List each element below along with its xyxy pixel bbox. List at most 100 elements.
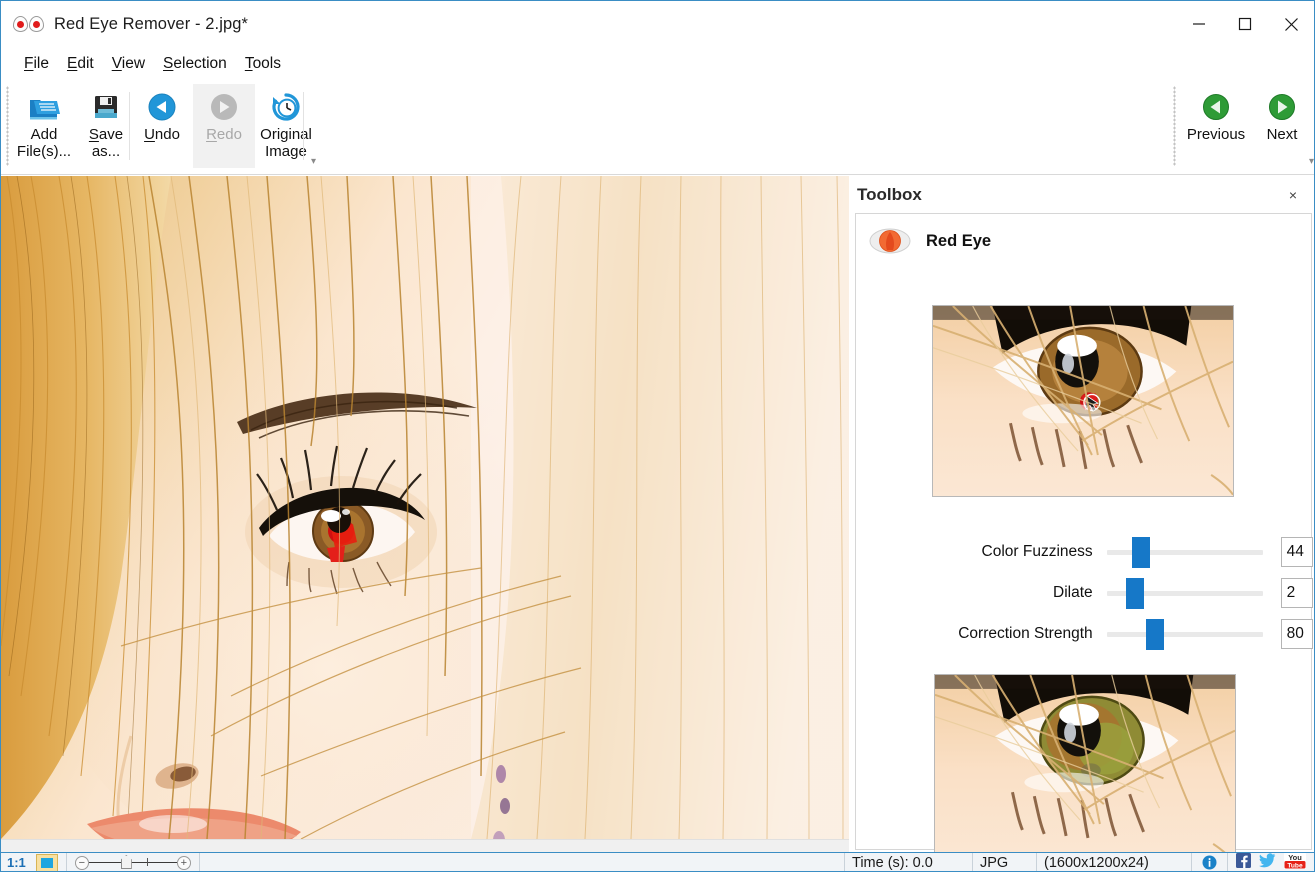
image-dimensions-label: (1600x1200x24)	[1037, 853, 1192, 872]
facebook-button[interactable]	[1236, 853, 1251, 872]
toolbox-panel: Toolbox × Red Eye	[853, 177, 1314, 852]
green-left-arrow-icon	[1202, 90, 1230, 124]
menu-edit[interactable]: Edit	[58, 53, 103, 75]
dilate-slider[interactable]	[1107, 591, 1263, 596]
original-image-line1: Original	[260, 126, 312, 143]
toolbox-close-icon[interactable]: ×	[1284, 186, 1302, 204]
status-spacer	[200, 853, 845, 872]
preview-before[interactable]	[932, 305, 1234, 497]
green-right-arrow-icon	[1268, 90, 1296, 124]
close-button[interactable]	[1268, 1, 1314, 47]
save-as-button[interactable]: Save as...	[75, 84, 137, 168]
preview-after-image	[935, 675, 1235, 866]
slider-row-correction-strength: Correction Strength 80	[856, 614, 1313, 654]
color-fuzziness-value[interactable]: 44	[1281, 537, 1313, 567]
clock-revert-icon	[271, 90, 301, 124]
window-title: Red Eye Remover - 2.jpg*	[54, 15, 248, 34]
red-eye-right-icon	[29, 16, 44, 32]
info-icon	[1202, 855, 1217, 870]
twitter-button[interactable]	[1259, 853, 1276, 872]
correction-strength-value[interactable]: 80	[1281, 619, 1313, 649]
color-fuzziness-label: Color Fuzziness	[856, 543, 1107, 561]
toolbar-grip-nav[interactable]	[1173, 86, 1176, 166]
window-controls	[1176, 1, 1314, 47]
red-eye-icon	[868, 226, 912, 256]
color-fuzziness-thumb[interactable]	[1132, 537, 1150, 568]
image-canvas[interactable]	[1, 176, 849, 839]
toolbar-group-nav: Previous Next ▾	[1181, 84, 1313, 168]
red-eye-tool-label: Red Eye	[926, 232, 991, 251]
maximize-button[interactable]	[1222, 1, 1268, 47]
previous-label: Previous	[1181, 126, 1251, 143]
youtube-button[interactable]: You Tube	[1284, 853, 1306, 872]
toolbar-overflow-icon[interactable]: ▾	[311, 156, 316, 167]
zoom-ratio-label[interactable]: 1:1	[1, 853, 32, 872]
menu-file-rest: ile	[33, 55, 49, 72]
next-button[interactable]: Next	[1251, 84, 1313, 168]
correction-strength-label: Correction Strength	[856, 625, 1107, 643]
toolbar-overflow-nav-icon[interactable]: ▾	[1309, 156, 1314, 167]
undo-arrow-icon	[147, 90, 177, 124]
menu-edit-rest: dit	[77, 55, 93, 72]
redo-arrow-icon	[209, 90, 239, 124]
color-fuzziness-slider[interactable]	[1107, 550, 1263, 555]
correction-strength-slider[interactable]	[1107, 632, 1263, 637]
app-icon	[13, 14, 45, 34]
save-as-line1-rest: ave	[99, 126, 123, 143]
zoom-handle[interactable]	[121, 855, 132, 869]
add-files-line1: Add	[31, 126, 58, 143]
redo-label: Redo	[193, 126, 255, 143]
slider-group: Color Fuzziness 44 Dilate 2 Correction S…	[856, 532, 1313, 655]
menu-tools-rest: ools	[253, 55, 281, 72]
info-button[interactable]	[1192, 853, 1228, 872]
toolbar-separator-1	[129, 92, 130, 160]
next-label: Next	[1251, 126, 1313, 143]
zoom-track[interactable]	[89, 862, 177, 863]
zoom-center-tick	[147, 858, 148, 866]
dilate-label: Dilate	[856, 584, 1107, 602]
file-format-label: JPG	[973, 853, 1037, 872]
undo-label: Undo	[131, 126, 193, 143]
image-horizontal-scrollbar[interactable]	[1, 839, 849, 852]
dilate-thumb[interactable]	[1126, 578, 1144, 609]
dilate-value[interactable]: 2	[1281, 578, 1313, 608]
social-links: You Tube	[1228, 853, 1314, 872]
menu-view[interactable]: View	[103, 53, 154, 75]
toolbar-group-history: Undo Redo	[131, 84, 317, 168]
previous-button[interactable]: Previous	[1181, 84, 1251, 168]
original-image-line2: Image	[265, 143, 307, 160]
toolbox-content: Red Eye	[855, 213, 1312, 850]
svg-text:You: You	[1288, 853, 1302, 862]
preview-before-image	[933, 306, 1233, 497]
toolbox-title: Toolbox	[857, 185, 922, 205]
preview-after[interactable]	[934, 674, 1236, 866]
add-files-button[interactable]: Add File(s)...	[13, 84, 75, 168]
status-bar: 1:1 − + Time (s): 0.0 JPG (1600x1200x24)	[1, 852, 1314, 872]
portrait-photo	[1, 176, 849, 839]
youtube-icon: You Tube	[1284, 853, 1306, 869]
processing-time-label: Time (s): 0.0	[845, 853, 973, 872]
fit-to-window-icon	[36, 854, 58, 872]
zoom-out-button[interactable]: −	[75, 856, 89, 870]
menu-tools[interactable]: Tools	[236, 53, 290, 75]
original-image-button[interactable]: Original Image	[255, 84, 317, 168]
redo-button[interactable]: Redo	[193, 84, 255, 168]
toolbar-grip[interactable]	[6, 86, 9, 166]
correction-strength-thumb[interactable]	[1146, 619, 1164, 650]
toolbar-group-file: Add File(s)... Save as...	[13, 84, 137, 168]
title-bar: Red Eye Remover - 2.jpg*	[1, 1, 1314, 47]
add-files-label: Add File(s)...	[13, 126, 75, 160]
menu-bar: File Edit View Selection Tools	[1, 47, 1314, 80]
toolbar: Add File(s)... Save as...	[1, 80, 1314, 175]
menu-selection[interactable]: Selection	[154, 53, 236, 75]
svg-text:Tube: Tube	[1287, 862, 1303, 869]
redo-label-rest: edo	[217, 126, 242, 143]
zoom-slider[interactable]: − +	[67, 853, 200, 872]
menu-view-rest: iew	[122, 55, 145, 72]
undo-button[interactable]: Undo	[131, 84, 193, 168]
menu-file[interactable]: File	[15, 53, 58, 75]
zoom-in-button[interactable]: +	[177, 856, 191, 870]
floppy-disk-icon	[91, 90, 121, 124]
minimize-button[interactable]	[1176, 1, 1222, 47]
fit-to-window-button[interactable]	[32, 853, 67, 872]
